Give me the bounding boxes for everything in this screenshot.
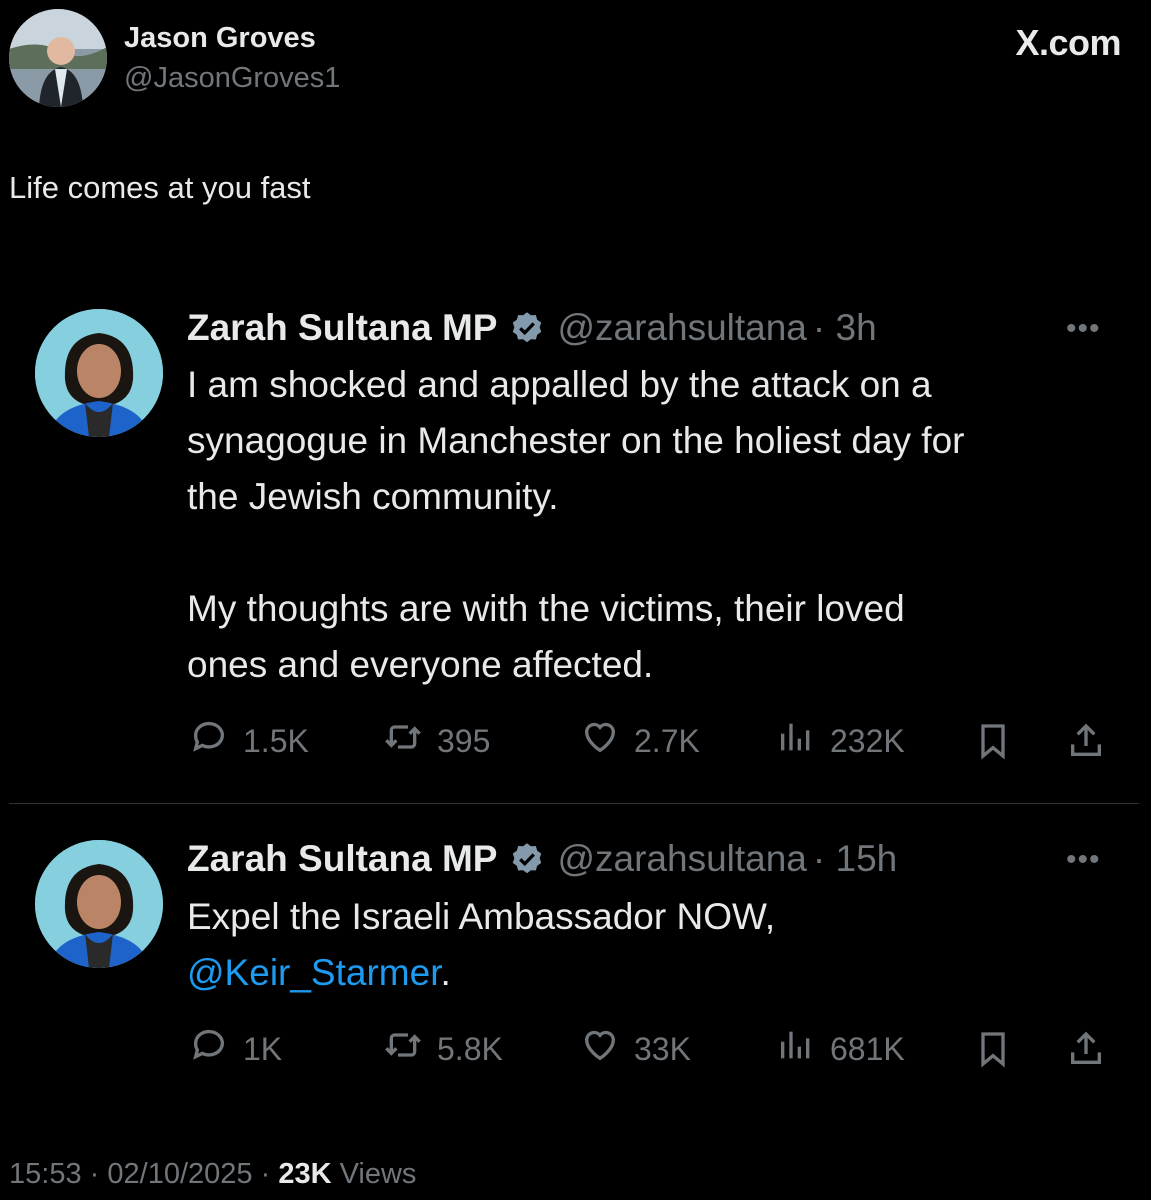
tweet-line (187, 525, 965, 581)
tweet-line: synagogue in Manchester on the holiest d… (187, 420, 965, 461)
share-icon[interactable] (1066, 1029, 1106, 1074)
views-icon (774, 717, 830, 765)
like-count: 2.7K (634, 722, 700, 759)
post-date[interactable]: 02/10/2025 (107, 1158, 252, 1190)
like-button[interactable]: 2.7K (578, 721, 700, 761)
tweet-avatar[interactable] (35, 840, 163, 968)
verified-badge-icon (509, 310, 545, 346)
reply-icon (187, 1025, 243, 1073)
tweet-line: Expel the Israeli Ambassador NOW, (187, 896, 776, 937)
verified-badge-icon (509, 841, 545, 877)
views-label: Views (339, 1158, 417, 1190)
tweet-time[interactable]: · 3h (813, 307, 877, 349)
reply-button[interactable]: 1K (187, 1029, 282, 1069)
author-handle[interactable]: @JasonGroves1 (124, 62, 340, 95)
mention-suffix: . (440, 952, 451, 993)
post-meta: 15:53 · 02/10/2025 · 23K Views (9, 1158, 416, 1191)
tweet-header: Zarah Sultana MP @zarahsultana · 3h (187, 306, 877, 350)
tweet-line: @Keir_Starmer. (187, 945, 775, 1001)
brand-watermark: X.com (1015, 22, 1121, 63)
tweet-line: I am shocked and appalled by the attack … (187, 364, 932, 405)
mention-link[interactable]: @Keir_Starmer (187, 952, 440, 993)
views-count: 232K (830, 722, 905, 759)
views-count: 681K (830, 1030, 905, 1067)
like-icon (578, 717, 634, 765)
meta-separator: · (89, 1158, 100, 1190)
reply-count: 1.5K (243, 722, 309, 759)
like-button[interactable]: 33K (578, 1029, 691, 1069)
like-icon (578, 1025, 634, 1073)
tweet-line: My thoughts are with the victims, their … (187, 588, 905, 629)
tweet-author-name[interactable]: Zarah Sultana MP (187, 307, 497, 349)
repost-icon (381, 717, 437, 765)
views-button[interactable]: 681K (774, 1029, 905, 1069)
tweet-body: Expel the Israeli Ambassador NOW, @Keir_… (187, 889, 775, 1001)
share-icon[interactable] (1066, 721, 1106, 766)
tweet-author-handle[interactable]: @zarahsultana (557, 838, 806, 880)
repost-icon (381, 1025, 437, 1073)
tweet-header: Zarah Sultana MP @zarahsultana · 15h (187, 837, 897, 881)
reply-icon (187, 717, 243, 765)
author-avatar[interactable] (9, 9, 107, 107)
like-count: 33K (634, 1030, 691, 1067)
tweet-author-handle[interactable]: @zarahsultana (557, 307, 806, 349)
tweet-author-name[interactable]: Zarah Sultana MP (187, 838, 497, 880)
repost-button[interactable]: 5.8K (381, 1029, 503, 1069)
views-total: 23K (278, 1158, 332, 1190)
author-name[interactable]: Jason Groves (124, 22, 316, 55)
reply-button[interactable]: 1.5K (187, 721, 309, 761)
repost-count: 5.8K (437, 1030, 503, 1067)
repost-count: 395 (437, 722, 491, 759)
more-options-icon[interactable]: ••• (1066, 312, 1101, 346)
tweet-time[interactable]: · 15h (813, 838, 897, 880)
tweet-body: I am shocked and appalled by the attack … (187, 357, 965, 693)
meta-separator: · (260, 1158, 271, 1190)
views-button[interactable]: 232K (774, 721, 905, 761)
views-icon (774, 1025, 830, 1073)
more-options-icon[interactable]: ••• (1066, 843, 1101, 877)
post-text: Life comes at you fast (9, 170, 311, 205)
bookmark-icon[interactable] (973, 721, 1013, 766)
repost-button[interactable]: 395 (381, 721, 490, 761)
reply-count: 1K (243, 1030, 283, 1067)
divider (9, 803, 1139, 804)
post-time[interactable]: 15:53 (9, 1158, 82, 1190)
tweet-avatar[interactable] (35, 309, 163, 437)
tweet-line: ones and everyone affected. (187, 644, 654, 685)
bookmark-icon[interactable] (973, 1029, 1013, 1074)
tweet-line: the Jewish community. (187, 476, 559, 517)
